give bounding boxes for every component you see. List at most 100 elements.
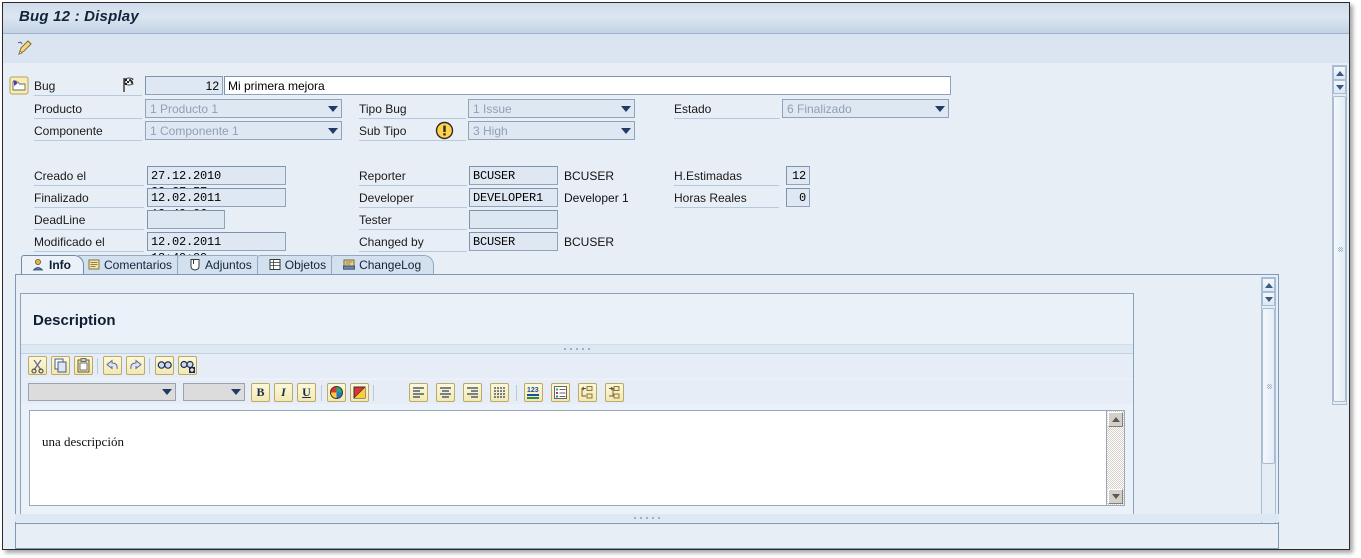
producto-label-underline (34, 118, 142, 119)
font-family-select[interactable] (28, 383, 176, 401)
scroll-note-icon (87, 258, 101, 271)
undo-icon[interactable] (103, 356, 122, 375)
horas-estimadas-label-underline (674, 185, 779, 186)
developer-label: Developer (359, 191, 414, 205)
description-editor[interactable]: una descripción (29, 410, 1125, 506)
tester-field[interactable] (469, 210, 558, 229)
tipo-bug-label-underline (359, 118, 466, 119)
horas-estimadas-field[interactable]: 12 (786, 166, 810, 185)
scroll-down-button[interactable] (1108, 489, 1123, 504)
changed-by-field[interactable]: BCUSER (469, 232, 558, 251)
horas-reales-field[interactable]: 0 (786, 188, 810, 207)
tab-adjuntos-label: Adjuntos (205, 258, 252, 272)
editor-scrollbar[interactable] (1106, 411, 1124, 505)
producto-dropdown[interactable]: 1 Producto 1 (145, 99, 342, 118)
modificado-label: Modificado el (34, 235, 105, 249)
deadline-label: DeadLine (34, 213, 86, 227)
estado-dropdown[interactable]: 6 Finalizado (782, 99, 949, 118)
folder-open-icon[interactable] (9, 76, 29, 95)
chevron-down-icon (328, 106, 338, 112)
numbered-list-icon[interactable]: 123 (524, 383, 543, 402)
tab-comentarios-label: Comentarios (104, 258, 173, 272)
find-replace-icon[interactable] (178, 356, 197, 375)
pencil-edit-icon[interactable] (15, 39, 35, 59)
panel-scroll-down-button[interactable] (1262, 292, 1275, 306)
main-toolbar (3, 34, 1349, 64)
developer-label-underline (359, 207, 467, 208)
bug-detail-form: Bug 12 Mi primera mejora Producto 1 Prod… (3, 63, 1349, 265)
align-right-icon[interactable] (463, 383, 482, 402)
reporter-label-underline (359, 185, 467, 186)
description-header: Description (21, 294, 1133, 344)
tab-comentarios[interactable]: Comentarios (76, 255, 186, 274)
componente-dropdown[interactable]: 1 Componente 1 (145, 121, 342, 140)
highlight-icon[interactable] (350, 383, 369, 402)
font-size-select[interactable] (183, 383, 245, 401)
sub-tipo-value: 3 High (473, 124, 508, 138)
reporter-field[interactable]: BCUSER (469, 166, 558, 185)
align-center-icon[interactable] (436, 383, 455, 402)
description-splitter[interactable] (21, 344, 1133, 354)
panel-scrollbar[interactable] (1261, 277, 1276, 546)
scroll-up-button[interactable] (1108, 412, 1123, 427)
window-scroll-thumb[interactable] (1333, 96, 1346, 402)
tipo-bug-value: 1 Issue (473, 102, 512, 116)
producto-value: 1 Producto 1 (150, 102, 219, 116)
chevron-down-icon (621, 128, 631, 134)
bulleted-list-icon[interactable] (551, 383, 570, 402)
tab-info[interactable]: Info (21, 255, 84, 274)
triangle-down-icon (1112, 494, 1120, 499)
tester-label-underline (359, 229, 467, 230)
panel-scroll-up-button[interactable] (1262, 278, 1275, 292)
tipo-bug-dropdown[interactable]: 1 Issue (468, 99, 635, 118)
align-justify-icon[interactable] (490, 383, 509, 402)
font-color-icon[interactable] (327, 383, 346, 402)
horas-reales-label-underline (674, 207, 779, 208)
finalizado-field[interactable]: 12.02.2011 12:49:06 (147, 188, 286, 221)
deadline-field[interactable] (147, 210, 225, 229)
rich-text-toolbar-row1 (21, 354, 1133, 378)
window-title-bar: Bug 12 : Display (3, 3, 1349, 34)
tipo-bug-label: Tipo Bug (359, 102, 407, 116)
underline-icon[interactable]: U (297, 383, 316, 402)
panel-scroll-thumb[interactable] (1262, 308, 1275, 464)
modificado-field[interactable]: 12.02.2011 13:49:09 (147, 232, 286, 265)
toolbar-separator (321, 385, 322, 401)
finalizado-label-underline (34, 207, 144, 208)
indent-icon[interactable] (605, 383, 624, 402)
tab-objetos[interactable]: Objetos (256, 255, 340, 274)
chevron-down-icon (328, 128, 338, 134)
triangle-down-icon (1265, 297, 1273, 302)
horas-reales-label: Horas Reales (674, 191, 747, 205)
window-scroll-up-button[interactable] (1333, 66, 1346, 80)
window-scrollbar[interactable] (1332, 65, 1347, 405)
estado-label-underline (674, 118, 780, 119)
align-left-icon[interactable] (409, 383, 428, 402)
bug-title-field[interactable]: Mi primera mejora (224, 76, 951, 95)
copy-icon[interactable] (51, 356, 70, 375)
bold-icon[interactable]: B (251, 383, 270, 402)
outdent-icon[interactable] (578, 383, 597, 402)
window-scroll-down-button[interactable] (1333, 80, 1346, 94)
find-icon[interactable] (155, 356, 174, 375)
paste-icon[interactable] (74, 356, 93, 375)
tab-adjuntos[interactable]: Adjuntos (177, 255, 265, 274)
bug-number-field[interactable]: 12 (145, 76, 223, 95)
tab-changelog-label: ChangeLog (359, 258, 422, 272)
sub-tipo-dropdown[interactable]: 3 High (468, 121, 635, 140)
page-title: Bug 12 : Display (19, 8, 139, 25)
chevron-down-icon (621, 106, 631, 112)
toolbar-separator (373, 385, 374, 401)
tab-changelog[interactable]: ChangeLog (331, 255, 435, 274)
cut-icon[interactable] (28, 356, 47, 375)
producto-label: Producto (34, 102, 83, 116)
toolbar-separator (97, 358, 98, 374)
redo-icon[interactable] (126, 356, 145, 375)
italic-icon[interactable]: I (274, 383, 293, 402)
bottom-splitter[interactable] (15, 514, 1279, 522)
creado-field[interactable]: 27.12.2010 22:37:57 (147, 166, 286, 199)
triangle-up-icon (1336, 71, 1344, 76)
developer-field[interactable]: DEVELOPER1 (469, 188, 558, 207)
checkered-flag-icon[interactable] (120, 76, 138, 94)
triangle-down-icon (1336, 85, 1344, 90)
